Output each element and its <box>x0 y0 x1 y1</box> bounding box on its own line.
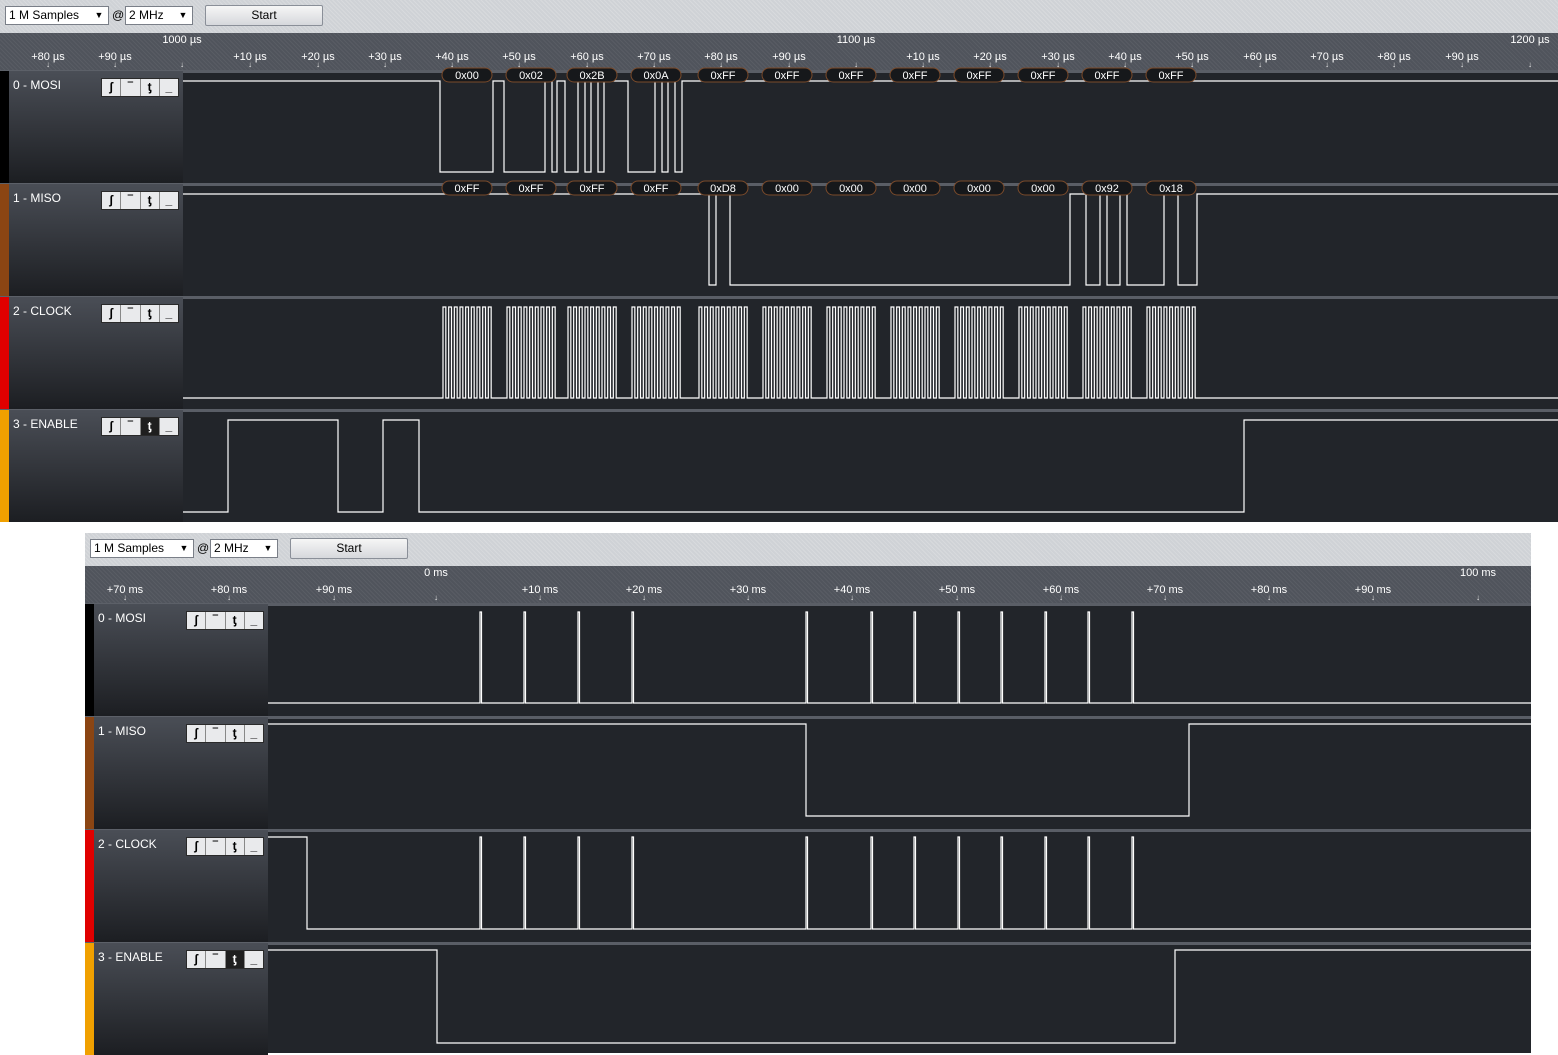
channel-separator <box>268 716 1531 719</box>
byte-value: 0x00 <box>455 70 479 82</box>
channel-separator <box>268 829 1531 832</box>
channel-track <box>183 183 1558 296</box>
mosi-byte-bubble[interactable]: 0x2B <box>566 67 618 83</box>
miso-byte-bubble[interactable]: 0xFF <box>441 180 493 196</box>
byte-value: 0x02 <box>519 70 543 82</box>
channel-track <box>268 942 1531 1053</box>
miso-byte-bubble[interactable]: 0x00 <box>889 180 941 196</box>
channel-track <box>268 716 1531 829</box>
byte-value: 0xFF <box>579 183 604 195</box>
channel-track <box>183 70 1558 183</box>
miso-byte-bubble[interactable]: 0x18 <box>1145 180 1197 196</box>
miso-byte-bubble[interactable]: 0xD8 <box>697 180 749 196</box>
byte-value: 0xFF <box>774 70 799 82</box>
mosi-byte-bubble[interactable]: 0xFF <box>1017 67 1069 83</box>
waveform-area[interactable]: 0x00 0x02 0x2B 0x0A 0xFF 0xFF 0xFF 0xFF 0xFF 0xFF… <box>0 0 1558 522</box>
byte-value: 0x00 <box>1031 183 1055 195</box>
mosi-byte-bubble[interactable]: 0xFF <box>1145 67 1197 83</box>
byte-value: 0xFF <box>966 70 991 82</box>
channel-separator <box>183 296 1558 299</box>
byte-value: 0xFF <box>1094 70 1119 82</box>
miso-byte-bubble[interactable]: 0xFF <box>505 180 557 196</box>
waveform-area[interactable] <box>85 533 1531 1053</box>
byte-value: 0xFF <box>902 70 927 82</box>
channel-separator <box>268 603 1531 606</box>
byte-value: 0xFF <box>518 183 543 195</box>
miso-byte-bubble[interactable]: 0x00 <box>953 180 1005 196</box>
channel-track <box>268 829 1531 942</box>
mosi-byte-bubble[interactable]: 0xFF <box>761 67 813 83</box>
miso-byte-bubble[interactable]: 0x92 <box>1081 180 1133 196</box>
byte-value: 0xFF <box>838 70 863 82</box>
byte-value: 0x00 <box>903 183 927 195</box>
byte-value: 0x2B <box>579 70 604 82</box>
miso-byte-bubble[interactable]: 0x00 <box>825 180 877 196</box>
byte-value: 0xFF <box>1158 70 1183 82</box>
mosi-byte-bubble[interactable]: 0x00 <box>441 67 493 83</box>
channel-track <box>183 409 1558 522</box>
bottom-capture-pane: 1 M Samples ▼ @ 2 MHz ▼ Start +70 ms ↓ +80… <box>85 533 1531 1055</box>
byte-value: 0x00 <box>775 183 799 195</box>
channel-separator <box>183 409 1558 412</box>
byte-value: 0xFF <box>643 183 668 195</box>
byte-value: 0x0A <box>643 70 669 82</box>
byte-value: 0xFF <box>454 183 479 195</box>
channel-separator <box>268 942 1531 945</box>
channel-track <box>268 603 1531 716</box>
top-capture-pane: 1 M Samples ▼ @ 2 MHz ▼ Start +80 µs ↓ +90… <box>0 0 1558 522</box>
byte-value: 0xFF <box>1030 70 1055 82</box>
miso-byte-bubble[interactable]: 0xFF <box>630 180 682 196</box>
mosi-byte-bubble[interactable]: 0x0A <box>630 67 682 83</box>
byte-value: 0x00 <box>839 183 863 195</box>
mosi-byte-bubble[interactable]: 0xFF <box>697 67 749 83</box>
byte-value: 0xFF <box>710 70 735 82</box>
byte-value: 0x92 <box>1095 183 1119 195</box>
byte-value: 0xD8 <box>710 183 736 195</box>
mosi-byte-bubble[interactable]: 0xFF <box>889 67 941 83</box>
mosi-byte-bubble[interactable]: 0xFF <box>953 67 1005 83</box>
mosi-byte-bubble[interactable]: 0xFF <box>825 67 877 83</box>
miso-byte-bubble[interactable]: 0x00 <box>761 180 813 196</box>
miso-byte-bubble[interactable]: 0x00 <box>1017 180 1069 196</box>
byte-value: 0x18 <box>1159 183 1183 195</box>
channel-track <box>183 296 1558 409</box>
byte-value: 0x00 <box>967 183 991 195</box>
mosi-byte-bubble[interactable]: 0xFF <box>1081 67 1133 83</box>
mosi-byte-bubble[interactable]: 0x02 <box>505 67 557 83</box>
miso-byte-bubble[interactable]: 0xFF <box>566 180 618 196</box>
